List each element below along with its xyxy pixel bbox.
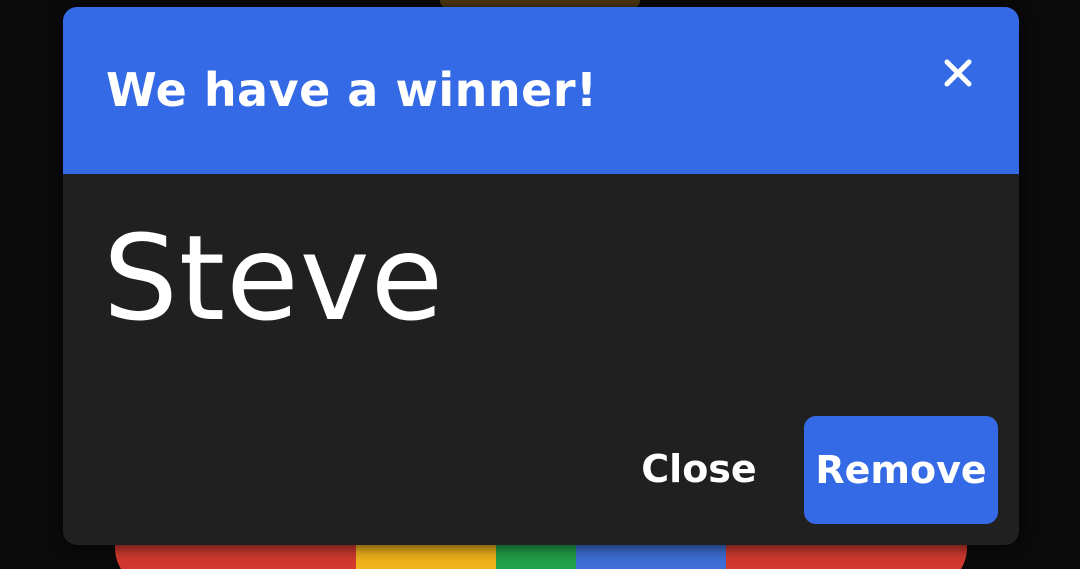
winner-name: Steve xyxy=(103,209,445,347)
winner-dialog: We have a winner! Steve Close Remove xyxy=(63,7,1019,545)
close-button[interactable]: Close xyxy=(629,437,769,501)
dialog-title: We have a winner! xyxy=(106,63,598,117)
close-icon[interactable] xyxy=(938,53,978,93)
dialog-header: We have a winner! xyxy=(63,7,1019,174)
remove-button[interactable]: Remove xyxy=(804,416,998,524)
